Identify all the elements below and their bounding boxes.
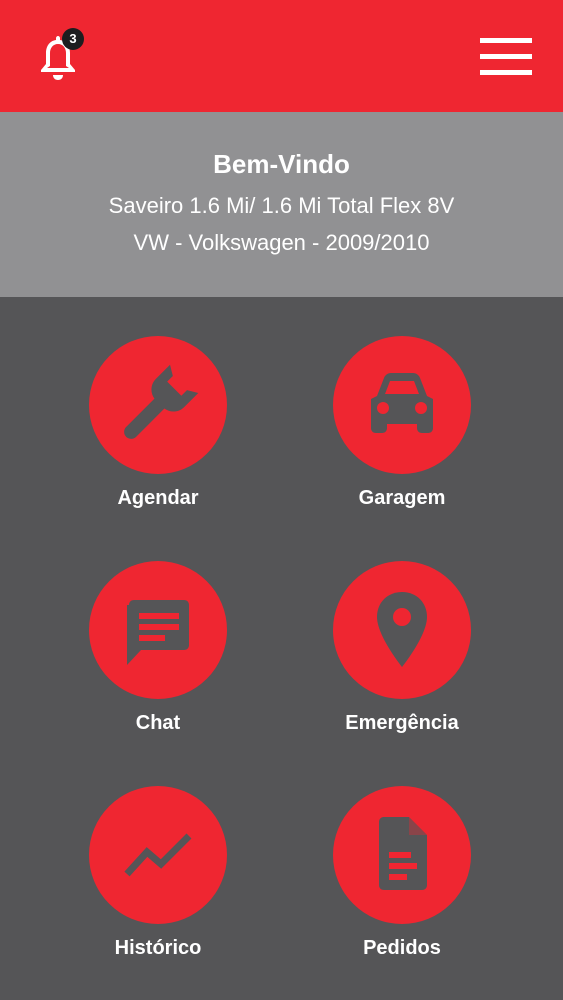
- menu-tile-emergencia[interactable]: Emergência: [302, 561, 502, 751]
- hamburger-line: [480, 70, 532, 75]
- vehicle-model: Saveiro 1.6 Mi/ 1.6 Mi Total Flex 8V: [108, 193, 455, 218]
- menu-tile-pedidos[interactable]: Pedidos: [302, 786, 502, 976]
- menu-tile-label: Garagem: [358, 487, 446, 509]
- menu-tile-label: Agendar: [117, 487, 199, 509]
- menu-tile-label: Emergência: [345, 712, 459, 734]
- chat-circle: [89, 561, 227, 699]
- welcome-panel: Bem-Vindo Saveiro 1.6 Mi/ 1.6 Mi Total F…: [0, 112, 563, 297]
- top-app-bar: 3: [0, 0, 563, 112]
- welcome-title: Bem-Vindo: [213, 149, 350, 179]
- menu-tile-label: Chat: [135, 712, 181, 734]
- hamburger-menu-icon: [480, 38, 532, 43]
- pedidos-circle: [333, 786, 471, 924]
- trend-line-icon: [124, 833, 192, 877]
- menu-tile-historico[interactable]: Histórico: [58, 786, 258, 976]
- emergencia-circle: [333, 561, 471, 699]
- wrench-icon: [124, 364, 199, 439]
- chat-icon: [127, 600, 189, 665]
- hamburger-line: [480, 54, 532, 59]
- garagem-circle: [333, 336, 471, 474]
- hamburger-menu-button[interactable]: [480, 38, 532, 76]
- document-icon: [379, 817, 427, 890]
- historico-circle: [89, 786, 227, 924]
- notification-count-badge: 3: [62, 28, 84, 50]
- menu-tile-garagem[interactable]: Garagem: [302, 336, 502, 526]
- car-icon: [371, 373, 433, 433]
- vehicle-make-year: VW - Volkswagen - 2009/2010: [133, 230, 430, 255]
- agendar-circle: [89, 336, 227, 474]
- menu-tile-chat[interactable]: Chat: [58, 561, 258, 751]
- location-pin-icon: [377, 592, 427, 667]
- menu-tile-label: Pedidos: [363, 937, 441, 959]
- menu-tile-label: Histórico: [114, 937, 202, 959]
- menu-tile-agendar[interactable]: Agendar: [58, 336, 258, 526]
